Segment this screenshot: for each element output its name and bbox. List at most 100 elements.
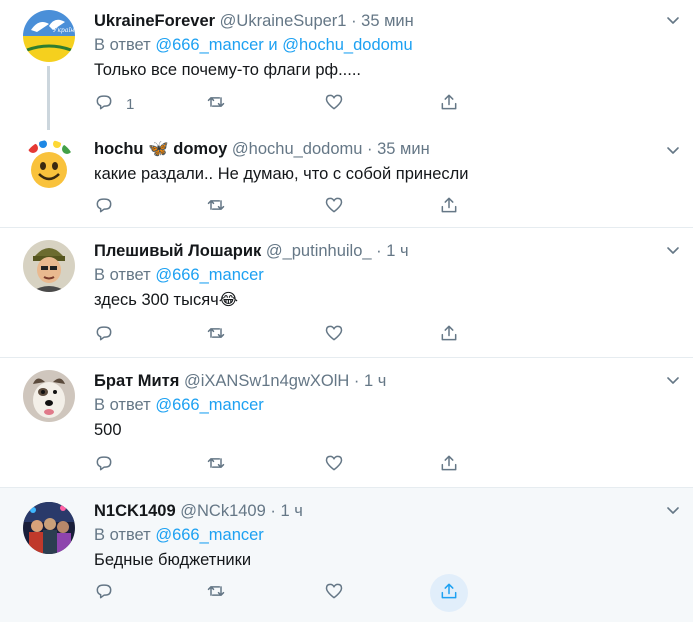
smiley-wreath-avatar[interactable] (23, 140, 75, 192)
mention-link[interactable]: @hochu_dodomu (282, 36, 413, 54)
tweet-header: Брат Митя @iXANSw1n4gwXOlH · 1 ч (94, 370, 673, 392)
share-button[interactable] (439, 454, 459, 476)
dog-avatar[interactable] (23, 370, 75, 422)
reply-button[interactable] (94, 324, 114, 346)
tweet[interactable]: Україна UkraineForever @UkraineSuper1 · … (0, 0, 693, 130)
tweet-actions (94, 324, 474, 346)
user-handle[interactable]: @_putinhuilo_ (266, 242, 372, 260)
share-button[interactable] (439, 324, 459, 346)
display-name[interactable]: Плешивый Лошарик (94, 242, 261, 260)
reply-icon (94, 195, 114, 220)
share-icon (439, 581, 459, 606)
share-button[interactable] (439, 93, 459, 115)
timestamp[interactable]: 1 ч (386, 242, 408, 260)
share-button[interactable] (439, 196, 459, 218)
timestamp[interactable]: 35 мин (377, 140, 430, 158)
reply-icon (94, 581, 114, 606)
tweet[interactable]: N1CK1409 @NCk1409 · 1 ч В ответ @666_man… (0, 488, 693, 622)
heart-icon (324, 323, 344, 348)
like-button[interactable] (324, 582, 344, 604)
thread-line (47, 66, 50, 130)
tweet-header: UkraineForever @UkraineSuper1 · 35 мин (94, 10, 673, 32)
display-name[interactable]: hochu (94, 140, 144, 158)
reply-context: В ответ @666_mancer и @hochu_dodomu (94, 34, 673, 56)
reply-context: В ответ @666_mancer (94, 264, 673, 286)
tweet-text: Бедные бюджетники (94, 551, 252, 569)
reply-icon (94, 453, 114, 478)
mention-link[interactable]: @666_mancer (155, 396, 263, 414)
tweet[interactable]: hochu 🦋 domoy @hochu_dodomu · 35 мин как… (0, 130, 693, 228)
tweet-text: 500 (94, 421, 122, 439)
share-icon (439, 323, 459, 348)
separator-dot: · (351, 12, 357, 30)
reply-button[interactable] (94, 582, 114, 604)
user-handle[interactable]: @UkraineSuper1 (220, 12, 347, 30)
tweet-content: N1CK1409 @NCk1409 · 1 ч В ответ @666_man… (94, 500, 673, 571)
share-button[interactable] (439, 582, 459, 604)
display-name[interactable]: Брат Митя (94, 372, 179, 390)
reply-context: В ответ @666_mancer (94, 524, 673, 546)
share-icon (439, 92, 459, 117)
tweet-header: N1CK1409 @NCk1409 · 1 ч (94, 500, 673, 522)
tweet[interactable]: Плешивый Лошарик @_putinhuilo_ · 1 ч В о… (0, 228, 693, 358)
mention-link[interactable]: @666_mancer (155, 36, 263, 54)
share-icon (439, 453, 459, 478)
separator-dot: · (353, 372, 360, 390)
user-handle[interactable]: @NCk1409 (180, 502, 266, 520)
display-name[interactable]: UkraineForever (94, 12, 215, 30)
group-photo-avatar[interactable] (23, 502, 75, 554)
tweet-actions (94, 574, 474, 612)
timestamp[interactable]: 1 ч (280, 502, 302, 520)
share-icon (439, 195, 459, 220)
separator-dot: · (376, 242, 382, 260)
user-handle[interactable]: @iXANSw1n4gwXOlH (184, 372, 349, 390)
tweet-text: какие раздали.. Не думаю, что с собой пр… (94, 165, 469, 183)
retweet-button[interactable] (206, 582, 226, 604)
timestamp[interactable]: 1 ч (364, 372, 386, 390)
retweet-icon (206, 195, 226, 220)
heart-icon (324, 453, 344, 478)
mention-link[interactable]: @666_mancer (155, 526, 263, 544)
retweet-button[interactable] (206, 196, 226, 218)
mention-link[interactable]: @666_mancer (155, 266, 263, 284)
reply-button[interactable] (94, 454, 114, 476)
reply-button[interactable] (94, 196, 114, 218)
butterfly-emoji: 🦋 (148, 140, 169, 158)
tweet-content: UkraineForever @UkraineSuper1 · 35 мин В… (94, 10, 673, 81)
like-button[interactable] (324, 93, 344, 115)
heart-icon (324, 581, 344, 606)
tweet-content: Брат Митя @iXANSw1n4gwXOlH · 1 ч В ответ… (94, 370, 673, 441)
cartoon-man-avatar[interactable] (23, 240, 75, 292)
retweet-icon (206, 581, 226, 606)
mention-conjunction: и (268, 36, 278, 54)
reply-prefix: В ответ (94, 526, 151, 544)
reply-prefix: В ответ (94, 266, 151, 284)
tweet[interactable]: Брат Митя @iXANSw1n4gwXOlH · 1 ч В ответ… (0, 358, 693, 488)
heart-icon (324, 195, 344, 220)
like-button[interactable] (324, 324, 344, 346)
tweet-actions (94, 454, 474, 476)
display-name-suffix[interactable]: domoy (173, 140, 227, 158)
reply-prefix: В ответ (94, 36, 151, 54)
reply-button[interactable]: 1 (94, 93, 134, 115)
timestamp[interactable]: 35 мин (361, 12, 414, 30)
separator-dot: · (367, 140, 373, 158)
retweet-button[interactable] (206, 93, 226, 115)
separator-dot: · (270, 502, 276, 520)
user-handle[interactable]: @hochu_dodomu (232, 140, 363, 158)
tweet-text: здесь 300 тысяч😂 (94, 291, 239, 309)
tweet-header: hochu 🦋 domoy @hochu_dodomu · 35 мин (94, 138, 673, 160)
like-button[interactable] (324, 196, 344, 218)
replies-feed: Україна UkraineForever @UkraineSuper1 · … (0, 0, 693, 622)
tweet-actions: 1 (94, 93, 474, 115)
tweet-actions (94, 196, 474, 218)
retweet-button[interactable] (206, 454, 226, 476)
reply-icon (94, 323, 114, 348)
ukraine-flag-doves-avatar[interactable]: Україна (23, 10, 75, 62)
retweet-button[interactable] (206, 324, 226, 346)
display-name[interactable]: N1CK1409 (94, 502, 176, 520)
heart-icon (324, 92, 344, 117)
like-button[interactable] (324, 454, 344, 476)
reply-context: В ответ @666_mancer (94, 394, 673, 416)
retweet-icon (206, 323, 226, 348)
